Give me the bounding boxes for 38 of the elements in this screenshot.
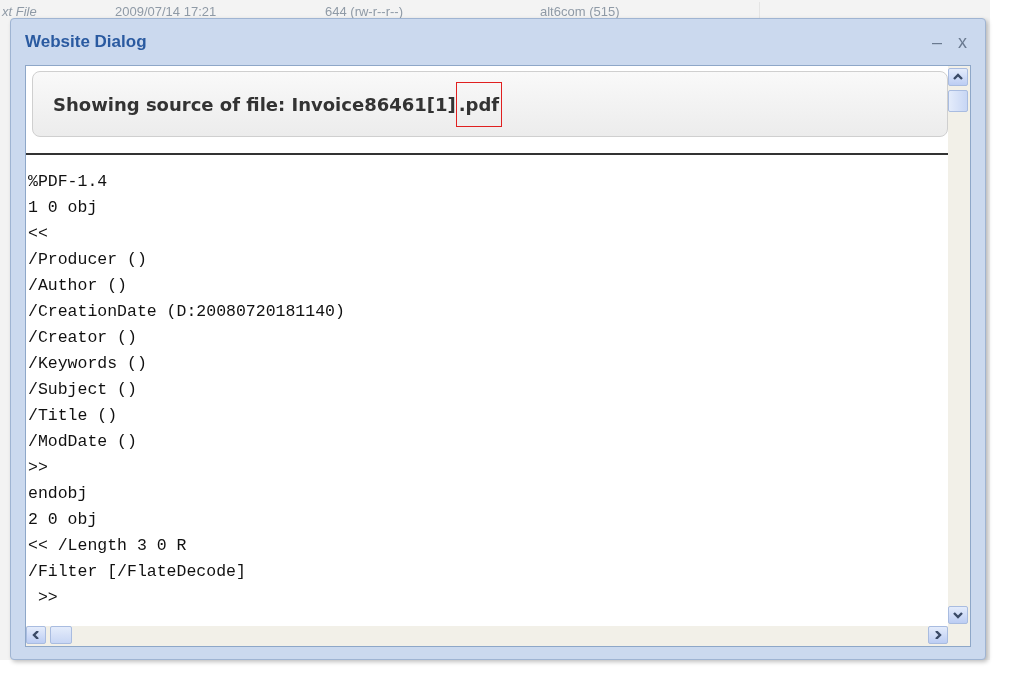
scrollbar-corner xyxy=(948,626,970,646)
code-line: >> xyxy=(28,457,49,479)
window-title: Website Dialog xyxy=(25,31,147,54)
code-line: /ModDate () xyxy=(28,431,138,453)
heading-text: Showing source of file: Invoice86461[1] xyxy=(53,92,456,117)
up-chevron-icon xyxy=(953,73,963,81)
code-line: /CreationDate (D:20080720181140) xyxy=(28,301,346,323)
code-line: /Filter [/FlateDecode] xyxy=(28,561,247,583)
code-line: /Producer () xyxy=(28,249,148,271)
scroll-left-button[interactable] xyxy=(26,626,46,644)
minimize-button[interactable]: – xyxy=(928,33,946,51)
code-line: << xyxy=(28,223,49,245)
scroll-right-button[interactable] xyxy=(928,626,948,644)
code-line: /Subject () xyxy=(28,379,138,401)
table-cell-text: xt File xyxy=(1,3,38,22)
highlight-box: .pdf xyxy=(455,81,503,127)
code-line: >> xyxy=(36,587,59,609)
code-line: 2 0 obj xyxy=(28,509,99,531)
scroll-down-button[interactable] xyxy=(948,606,968,624)
scroll-up-button[interactable] xyxy=(948,68,968,86)
code-line: %PDF-1.4 xyxy=(28,171,109,193)
code-line: 1 0 obj xyxy=(28,197,99,219)
scroll-thumb[interactable] xyxy=(50,626,72,644)
code-line: endobj xyxy=(28,483,89,505)
code-line: /Keywords () xyxy=(28,353,148,375)
code-line: << /Length 3 0 R xyxy=(28,535,188,557)
code-line: /Title () xyxy=(28,405,119,427)
code-line: /Creator () xyxy=(28,327,138,349)
code-line: /Author () xyxy=(28,275,129,297)
close-button[interactable]: x xyxy=(954,33,971,51)
table-cell-text: 2009/07/14 17:21 xyxy=(114,3,218,22)
down-chevron-icon xyxy=(953,611,963,619)
table-cell-text: 644 (rw-r--r--) xyxy=(324,3,404,22)
horizontal-scrollbar[interactable] xyxy=(26,626,948,646)
right-chevron-icon xyxy=(933,631,943,639)
vertical-scrollbar[interactable] xyxy=(948,66,970,626)
scroll-thumb[interactable] xyxy=(948,90,968,112)
left-chevron-icon xyxy=(31,631,41,639)
